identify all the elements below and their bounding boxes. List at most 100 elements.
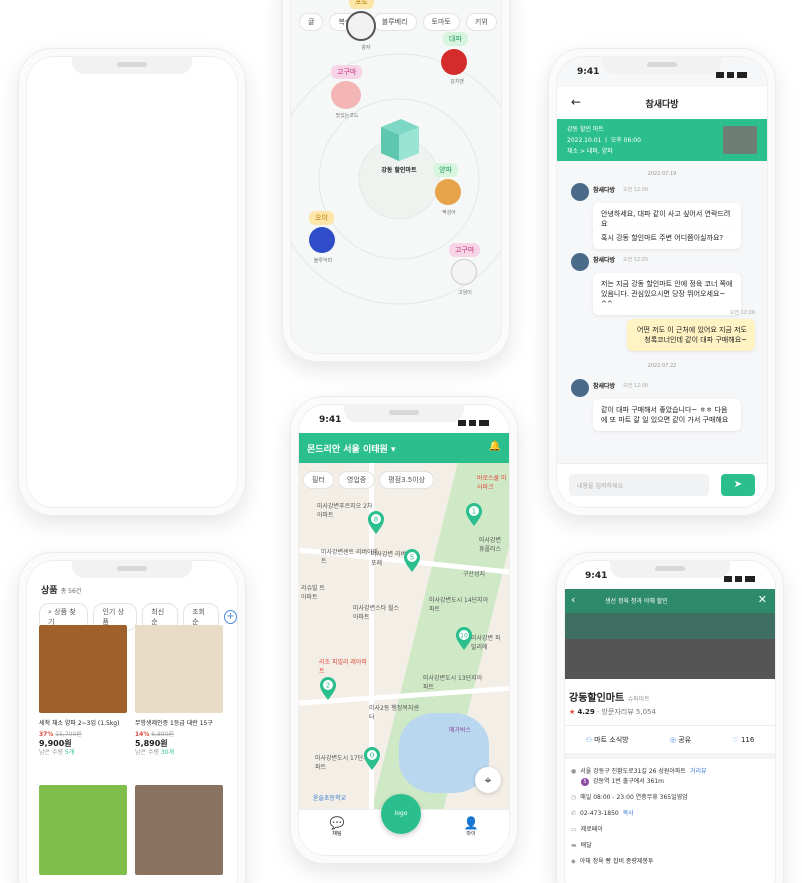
nav-my[interactable]: 👤 마이 — [459, 816, 483, 837]
product-count: 총 56건 — [60, 588, 82, 595]
copy-link[interactable]: 복사 — [623, 809, 634, 819]
chat-header: ← 참새다방 — [557, 87, 767, 119]
panda-avatar-icon[interactable] — [346, 11, 376, 41]
cat-avatar-icon[interactable] — [451, 259, 477, 285]
avatar-name: 맛있는코드 — [335, 113, 359, 119]
message-time: 오전 12:05 — [623, 257, 649, 263]
avatar — [571, 183, 589, 201]
dog-avatar-icon[interactable] — [435, 179, 461, 205]
search-map-phone: 9:41 몬드리안 서울 이태원 ▾ 🔔 필터 영업중 평점3.5이상 미사강변… — [290, 396, 518, 864]
map-pin[interactable]: 8 — [367, 511, 385, 535]
signal-icon — [716, 72, 724, 78]
location-selector[interactable]: 몬드리안 서울 이태원 ▾ — [307, 442, 395, 455]
message-input[interactable]: 내용을 입력하세요 — [569, 474, 709, 496]
product-card[interactable]: 무항생제인증 1등급 대란 15구 14% 6,890원 5,890원 남은 수… — [135, 719, 223, 757]
subway-icon: 5 — [581, 778, 589, 786]
chat-title: 참새다방 — [645, 100, 679, 110]
like-button[interactable]: ♡ 116 — [732, 736, 754, 744]
map-label: 바로스쿨 미사파크 — [477, 475, 507, 491]
wifi-icon — [469, 420, 476, 426]
discount-rate: 14% — [135, 731, 150, 738]
payment-row: ▭ 제로페이 — [571, 825, 769, 835]
filter-chip[interactable]: 평점3.5이상 — [379, 471, 435, 489]
battery-icon — [737, 72, 747, 78]
review-count: · 방문자리뷰 5,054 — [597, 708, 656, 716]
message-bubble: 같이 대파 구매해서 좋았습니다~ ㅎㅎ 다음에 또 마트 갈 일 있으면 같이… — [593, 399, 741, 431]
card-icon: ▭ — [571, 826, 577, 833]
add-icon[interactable]: + — [223, 610, 237, 624]
original-price: 6,890원 — [151, 731, 174, 738]
bell-icon[interactable]: 🔔 — [489, 441, 501, 452]
map-label: 구산성지 — [463, 571, 486, 578]
egg-image[interactable] — [135, 625, 223, 713]
map-label: 리슈빌 트아파트 — [301, 585, 325, 601]
bottom-nav: 💬 채팅 logo 👤 마이 — [299, 794, 509, 855]
map-header: 몬드리안 서울 이태원 ▾ 🔔 — [299, 433, 509, 463]
red-character-icon[interactable] — [441, 49, 467, 75]
discount-rate: 37% — [39, 731, 54, 738]
map-label: 미사강변 휴플러스 — [479, 537, 502, 553]
delivery-row: ▬ 배달 — [571, 841, 769, 851]
avatar-tag: 오이 — [309, 211, 334, 225]
svg-text:5: 5 — [410, 554, 414, 562]
svg-text:8: 8 — [374, 516, 378, 524]
notch — [602, 56, 722, 74]
nav-chat[interactable]: 💬 채팅 — [325, 816, 349, 837]
notch — [610, 560, 730, 578]
avatar-name: 블루악마 — [313, 258, 333, 264]
bubble-map-phone: 귤 복숭아 블루베리 토마토 키위 강동 할인마트 포도 왕자 대파 김치맨 고… — [282, 0, 510, 362]
map-label: 미사강변도시 14단지아파트 — [429, 597, 489, 613]
stock-label: 남은 수량 — [135, 749, 159, 756]
back-icon[interactable]: ‹ — [571, 593, 575, 606]
map-pin[interactable]: 2 — [319, 677, 337, 701]
tags-row: ◆ 야채 정육 빵 잡비 종량제봉투 — [571, 857, 769, 867]
onion-image[interactable] — [39, 625, 127, 713]
blank-screen — [26, 56, 238, 508]
phone-number[interactable]: 02-473-1850 — [580, 809, 619, 819]
product-card[interactable]: 세척 채소 양파 2~3입 (1.5kg) 37% 15,700원 9,900원… — [39, 719, 127, 757]
devil-avatar-icon[interactable] — [309, 227, 335, 253]
clock: 9:41 — [319, 415, 342, 425]
showcase-canvas: 귤 복숭아 블루베리 토마토 키위 강동 할인마트 포도 왕자 대파 김치맨 고… — [0, 0, 802, 883]
phone-row: ✆ 02-473-1850 복사 — [571, 809, 769, 819]
close-icon[interactable]: ✕ — [758, 593, 767, 606]
pig-avatar-icon[interactable] — [331, 81, 361, 109]
filter-chip[interactable]: 영업중 — [337, 471, 376, 489]
avatar-name: 김치맨 — [450, 79, 464, 85]
message-time: 오전 12:06 — [729, 310, 755, 316]
map-pin[interactable]: 0 — [363, 747, 381, 771]
map-label: 윤슬초등학교 — [313, 795, 347, 802]
share-button[interactable]: ◎ 공유 — [670, 735, 691, 745]
stock-label: 남은 수량 — [39, 749, 63, 756]
map-view[interactable]: 필터 영업중 평점3.5이상 미사강변푸르지오 2차아파트 미사강변센트 리버아… — [299, 463, 509, 809]
avatar-name: 왕자 — [361, 45, 371, 51]
store-photo[interactable]: 생선 정육 청과 야채 할인 ‹ ✕ — [565, 589, 775, 679]
street-view-link[interactable]: 거리뷰 — [690, 767, 707, 777]
sender-name: 참새다방 — [593, 187, 616, 194]
egg-tray-image[interactable] — [135, 785, 223, 875]
map-pin[interactable]: 10 — [455, 627, 473, 651]
locate-icon[interactable]: ⌖ — [475, 767, 501, 793]
meetup-banner[interactable]: 강동 할인 마트 2022.10.01 ㅣ 오후 06:00 채소 > 대파, … — [557, 119, 767, 161]
logo-button[interactable]: logo — [381, 794, 421, 834]
map-label: 리조 피밀리 레아파트 — [319, 659, 367, 675]
blank-phone — [18, 48, 246, 516]
nav-label: 마이 — [466, 831, 476, 837]
clock-icon: ◷ — [571, 794, 577, 801]
filter-chip[interactable]: 필터 — [303, 471, 334, 489]
address: 서울 강동구 진황도로31길 26 성원아파트 — [580, 768, 686, 775]
lettuce-image[interactable] — [39, 785, 127, 875]
send-icon[interactable]: ➤ — [721, 474, 755, 496]
map-pin[interactable]: 5 — [403, 549, 421, 573]
sender-name: 참새다방 — [593, 383, 616, 390]
like-count: 116 — [740, 735, 755, 744]
product-phone: 상품 총 56건 ⌕ 상품 찾기 인기 상품 최신순 조회순 + 세척 채소 양… — [18, 552, 246, 883]
store-cube-icon — [377, 117, 419, 161]
product-name: 무항생제인증 1등급 대란 15구 — [135, 720, 213, 727]
svg-text:2: 2 — [326, 682, 330, 690]
chat-input-bar: 내용을 입력하세요 ➤ — [557, 463, 767, 507]
map-pin[interactable]: 1 — [465, 503, 483, 527]
news-button[interactable]: ⚇ 마트 소식방 — [586, 735, 629, 745]
date-divider: 2022.07.19 — [647, 171, 677, 177]
avatar-tag: 고구마 — [449, 243, 481, 257]
